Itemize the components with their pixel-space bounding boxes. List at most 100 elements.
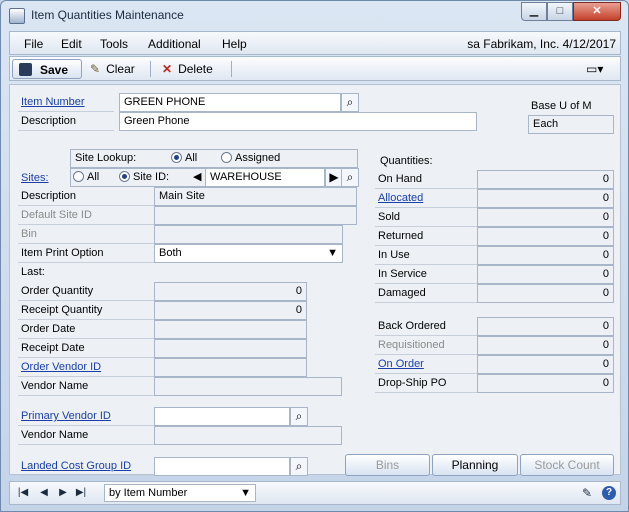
quantity-label[interactable]: On Order [378, 358, 424, 370]
quantity-label-box: On Order [375, 355, 477, 374]
quantity-label-box: In Service [375, 265, 477, 284]
menu-file[interactable]: File [24, 37, 43, 51]
site-lookup-all-radio[interactable]: All [171, 152, 197, 165]
window: Item Quantities Maintenance ▁ □ ✕ File E… [0, 0, 629, 512]
base-uom-value: Each [528, 115, 614, 134]
site-lookup-icon[interactable]: ⌕ [341, 168, 359, 187]
quantity-label: Damaged [378, 287, 426, 299]
quantity-value: 0 [477, 227, 614, 246]
quantity-label-box: Requisitioned [375, 336, 477, 355]
quantity-value: 0 [477, 355, 614, 374]
site-lookup-assigned-radio[interactable]: Assigned [221, 152, 280, 165]
bin-label: Bin [21, 228, 37, 240]
chevron-down-icon: ▼ [327, 247, 338, 259]
prev-record-icon[interactable]: ◀ [37, 486, 51, 500]
toolbar-separator [231, 61, 232, 77]
quantity-value: 0 [477, 208, 614, 227]
quantity-value: 0 [477, 189, 614, 208]
primary-vendor-label[interactable]: Primary Vendor ID [21, 410, 111, 422]
toolbar-separator [150, 61, 151, 77]
site-description-label: Description [21, 190, 77, 202]
quantity-label: Drop-Ship PO [378, 377, 447, 389]
landed-cost-input[interactable] [154, 457, 290, 476]
menu-additional[interactable]: Additional [148, 37, 201, 51]
first-record-icon[interactable]: |◀ [16, 486, 30, 500]
order-vendor-value [154, 358, 307, 377]
quantity-value: 0 [477, 336, 614, 355]
quantity-value: 0 [477, 265, 614, 284]
help-icon[interactable]: ? [602, 486, 616, 500]
receipt-qty-value: 0 [154, 301, 307, 320]
landed-cost-lookup-icon[interactable]: ⌕ [290, 457, 308, 476]
save-button[interactable]: Save [12, 59, 82, 79]
item-number-label-box: Item Number [18, 93, 114, 112]
close-button[interactable]: ✕ [573, 2, 621, 21]
user-company-date: sa Fabrikam, Inc. 4/12/2017 [467, 37, 616, 51]
site-id-radio[interactable]: Site ID: [119, 171, 169, 184]
order-qty-value: 0 [154, 282, 307, 301]
stock-count-button[interactable]: Stock Count [520, 454, 614, 476]
site-lookup-row: Site Lookup: All Assigned [70, 149, 358, 168]
next-record-icon[interactable]: ▶ [56, 486, 70, 500]
base-uom-label: Base U of M [531, 100, 592, 112]
primary-vendor-lookup-icon[interactable]: ⌕ [290, 407, 308, 426]
quantity-label-box: On Hand [375, 170, 477, 189]
toolbar: Save ✎ Clear ✕ Delete ▭▾ [9, 56, 621, 81]
quantity-value: 0 [477, 284, 614, 303]
default-site-value [154, 206, 357, 225]
window-options-icon[interactable]: ▭▾ [586, 59, 616, 79]
landed-cost-label[interactable]: Landed Cost Group ID [21, 460, 131, 472]
site-description-label-box: Description [18, 187, 154, 206]
quantity-label: Back Ordered [378, 320, 446, 332]
receipt-qty-label: Receipt Quantity [21, 304, 103, 316]
chevron-down-icon: ▼ [240, 487, 251, 499]
menu-edit[interactable]: Edit [61, 37, 82, 51]
order-vendor-label[interactable]: Order Vendor ID [21, 361, 101, 373]
delete-button[interactable]: ✕ Delete [162, 59, 213, 79]
status-bar: |◀ ◀ ▶ ▶| by Item Number ▼ ✎ ? [9, 481, 621, 505]
default-site-label: Default Site ID [21, 209, 92, 221]
menu-tools[interactable]: Tools [100, 37, 128, 51]
last-record-icon[interactable]: ▶| [74, 486, 88, 500]
item-number-label[interactable]: Item Number [21, 96, 85, 108]
note-icon[interactable]: ✎ [578, 486, 596, 500]
quantity-label-box: Damaged [375, 284, 477, 303]
item-number-input[interactable]: GREEN PHONE [119, 93, 341, 112]
minimize-button[interactable]: ▁ [521, 2, 547, 21]
app-icon [9, 8, 25, 24]
landed-cost-label-box: Landed Cost Group ID [18, 457, 154, 476]
bin-value [154, 225, 343, 244]
sort-select[interactable]: by Item Number ▼ [104, 484, 256, 502]
print-option-select[interactable]: Both ▼ [154, 244, 343, 263]
clear-button[interactable]: ✎ Clear [90, 59, 135, 79]
planning-button[interactable]: Planning [432, 454, 518, 476]
description-label-box: Description [18, 112, 114, 131]
maximize-button[interactable]: □ [547, 2, 573, 21]
prev-site-icon[interactable]: ◀ [193, 171, 201, 184]
quantity-label: In Service [378, 268, 427, 280]
bins-button[interactable]: Bins [345, 454, 430, 476]
order-date-label: Order Date [21, 323, 76, 335]
sites-all-radio[interactable]: All [73, 171, 99, 184]
order-qty-label-box: Order Quantity [18, 282, 154, 301]
sites-label[interactable]: Sites: [21, 172, 49, 184]
quantity-label-box: Returned [375, 227, 477, 246]
order-qty-label: Order Quantity [21, 285, 94, 297]
item-number-lookup-icon[interactable]: ⌕ [341, 93, 359, 112]
quantity-label[interactable]: Allocated [378, 192, 423, 204]
last-vendor-name-value [154, 377, 342, 396]
quantity-label-box: In Use [375, 246, 477, 265]
menu-help[interactable]: Help [222, 37, 247, 51]
quantity-value: 0 [477, 317, 614, 336]
order-vendor-label-box: Order Vendor ID [18, 358, 154, 377]
quantity-label-box: Back Ordered [375, 317, 477, 336]
last-label: Last: [21, 266, 45, 278]
save-icon [19, 63, 32, 76]
bin-label-box: Bin [18, 225, 154, 244]
site-id-input[interactable]: WAREHOUSE [205, 168, 325, 187]
description-input[interactable]: Green Phone [119, 112, 477, 131]
primary-vendor-input[interactable] [154, 407, 290, 426]
quantities-label: Quantities: [380, 155, 433, 167]
site-lookup-label: Site Lookup: [75, 152, 137, 164]
form-area: Item Number GREEN PHONE ⌕ Description Gr… [9, 84, 621, 476]
